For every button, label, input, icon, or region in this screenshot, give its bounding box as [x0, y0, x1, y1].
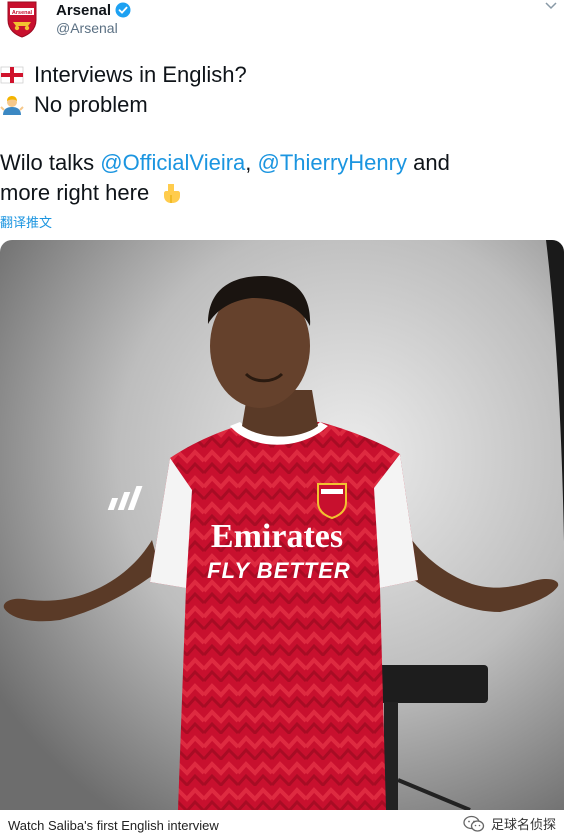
tweet-line-4: more right here	[0, 178, 564, 208]
author-display-name[interactable]: Arsenal	[56, 2, 111, 19]
arsenal-crest-icon[interactable]: Arsenal	[4, 0, 40, 38]
chevron-down-icon[interactable]	[544, 0, 558, 12]
mention-thierry-henry[interactable]: @ThierryHenry	[258, 148, 407, 178]
shirt-slogan-text: FLY BETTER	[207, 558, 351, 583]
verified-badge-icon	[115, 2, 131, 18]
media-caption: Watch Saliba's first English interview	[8, 818, 219, 833]
watermark: 足球名侦探	[463, 814, 556, 833]
pointing-down-icon	[164, 184, 181, 203]
crest-text: Arsenal	[12, 10, 33, 16]
tweet-line-1-text: Interviews in English?	[34, 62, 247, 87]
tweet-header: Arsenal Arsenal @Arsenal	[0, 0, 564, 46]
tweet-text: Interviews in English? No problem Wilo t…	[0, 60, 564, 208]
tweet-line-2-text: No problem	[34, 92, 148, 117]
england-flag-icon	[0, 66, 24, 84]
tweet-line-2: No problem	[0, 90, 564, 120]
tweet-separator: ,	[245, 150, 258, 175]
mention-official-vieira[interactable]: @OfficialVieira	[100, 148, 245, 178]
shirt-crest-icon	[317, 483, 347, 520]
tweet-line-3: Wilo talks @OfficialVieira , @ThierryHen…	[0, 148, 564, 178]
shirt-sponsor-text: Emirates	[211, 518, 343, 555]
watermark-text: 足球名侦探	[490, 817, 556, 832]
player-photo: Emirates FLY BETTER	[0, 240, 564, 810]
tweet-line-3-suffix: and	[406, 150, 450, 175]
wechat-icon	[463, 815, 485, 832]
tweet-media-photo[interactable]: Emirates FLY BETTER	[0, 240, 564, 810]
person-shrugging-icon	[0, 96, 24, 115]
author-handle[interactable]: @Arsenal	[56, 20, 118, 36]
translate-tweet-link[interactable]: 翻译推文	[0, 212, 52, 231]
tweet-line-4-text: more right here	[0, 180, 150, 205]
tweet-line-1: Interviews in English?	[0, 60, 564, 90]
tweet-line-3-prefix: Wilo talks	[0, 150, 101, 175]
